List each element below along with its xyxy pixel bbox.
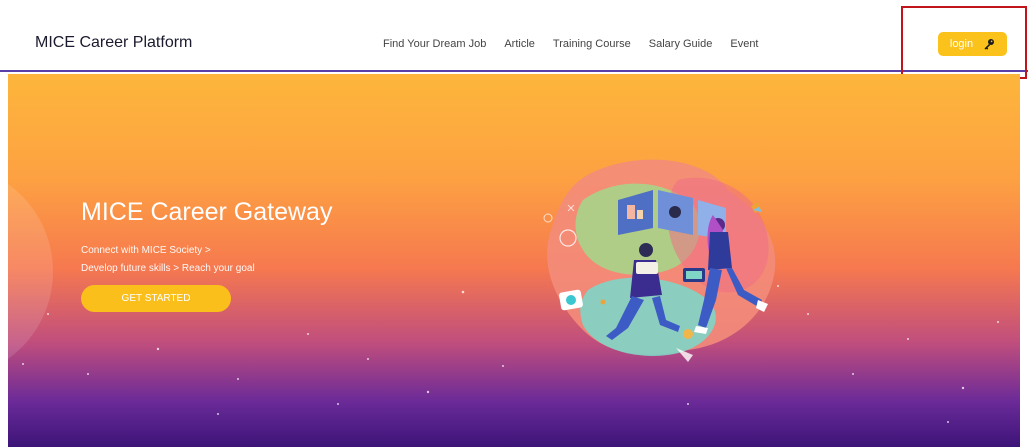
- vr-illustration: [543, 159, 776, 362]
- nav-article[interactable]: Article: [504, 38, 535, 50]
- main-nav: Find Your Dream Job Article Training Cou…: [383, 38, 759, 50]
- site-header: MICE Career Platform Find Your Dream Job…: [0, 0, 1028, 72]
- get-started-button[interactable]: GET STARTED: [81, 285, 231, 312]
- nav-salary-guide[interactable]: Salary Guide: [649, 38, 713, 50]
- nav-find-job[interactable]: Find Your Dream Job: [383, 38, 486, 50]
- hero-subtitle: Connect with MICE Society > Develop futu…: [81, 242, 255, 278]
- highlight-annotation: [901, 6, 1027, 79]
- hero-title: MICE Career Gateway: [81, 198, 333, 226]
- brand-logo[interactable]: MICE Career Platform: [35, 34, 192, 52]
- nav-training-course[interactable]: Training Course: [553, 38, 631, 50]
- hero-banner: MICE Career Gateway Connect with MICE So…: [8, 74, 1020, 447]
- nav-event[interactable]: Event: [730, 38, 758, 50]
- hero-subtitle-line1: Connect with MICE Society >: [81, 245, 211, 256]
- hero-subtitle-line2: Develop future skills > Reach your goal: [81, 263, 255, 274]
